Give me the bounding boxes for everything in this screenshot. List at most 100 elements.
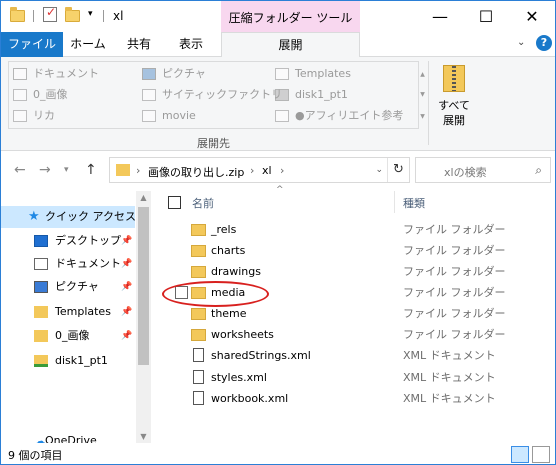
- pin-icon[interactable]: 📌: [121, 230, 132, 252]
- customize-toolbar-icon[interactable]: ▾: [88, 9, 93, 19]
- properties-icon[interactable]: ✓: [43, 5, 57, 22]
- nav-item-disk1[interactable]: disk1_pt1: [1, 350, 135, 372]
- file-row[interactable]: _rels ファイル フォルダー: [151, 219, 555, 240]
- nav-item-images[interactable]: 0_画像 📌: [1, 325, 135, 347]
- pin-icon[interactable]: 📌: [121, 253, 132, 275]
- refresh-icon[interactable]: ↻: [387, 158, 409, 182]
- column-type[interactable]: 種類: [403, 195, 425, 211]
- chevron-down-icon[interactable]: ⌄: [517, 37, 525, 48]
- nav-item-documents[interactable]: ドキュメント 📌: [1, 253, 135, 275]
- page-icon: [142, 110, 156, 122]
- extract-all-button[interactable]: すべて 展開: [434, 63, 474, 129]
- folder-icon: [10, 7, 25, 22]
- large-icons-view-icon[interactable]: [532, 446, 550, 463]
- more-icon[interactable]: ▼: [419, 113, 426, 120]
- row-checkbox[interactable]: [175, 286, 188, 299]
- chevron-down-icon[interactable]: ▼: [419, 91, 426, 98]
- up-icon[interactable]: ↑: [85, 162, 97, 178]
- breadcrumb-separator-icon[interactable]: ›: [136, 164, 140, 177]
- search-box[interactable]: xlの検索 ⌕: [415, 157, 551, 183]
- nav-item-pictures[interactable]: ピクチャ 📌: [1, 276, 135, 298]
- chevron-up-icon[interactable]: ▲: [419, 71, 426, 78]
- pin-icon[interactable]: 📌: [121, 276, 132, 298]
- file-row[interactable]: sharedStrings.xml XML ドキュメント: [151, 345, 555, 366]
- nav-item-quick-access[interactable]: ★ クイック アクセス: [1, 206, 136, 228]
- file-list: ^ 名前 種類 _rels ファイル フォルダー charts ファイル フォル…: [151, 185, 555, 443]
- column-divider[interactable]: [394, 191, 395, 213]
- folder-icon: [34, 306, 48, 318]
- file-row[interactable]: styles.xml XML ドキュメント: [151, 367, 555, 388]
- divider: [33, 10, 34, 22]
- divider: [103, 10, 104, 22]
- search-placeholder: xlの検索: [444, 166, 487, 179]
- explorer-window: ✓ ▾ xl 圧縮フォルダー ツール — ☐ ✕ ファイル ホーム 共有 表示 …: [0, 0, 556, 465]
- scroll-thumb[interactable]: [138, 207, 149, 365]
- group-label: 展開先: [197, 137, 230, 150]
- nav-item-templates[interactable]: Templates 📌: [1, 301, 135, 323]
- address-bar[interactable]: › 画像の取り出し.zip › xl › ⌄ ↻: [109, 157, 410, 183]
- chevron-down-icon[interactable]: ⌄: [375, 165, 383, 175]
- select-all-checkbox[interactable]: [168, 196, 181, 209]
- close-button[interactable]: ✕: [509, 1, 555, 32]
- page-icon: [13, 110, 27, 122]
- zip-folder-icon: [443, 65, 465, 92]
- file-row[interactable]: theme ファイル フォルダー: [151, 303, 555, 324]
- context-tab-header: 圧縮フォルダー ツール: [221, 1, 360, 32]
- breadcrumb-separator-icon[interactable]: ›: [250, 164, 254, 177]
- file-row[interactable]: media ファイル フォルダー: [151, 282, 555, 303]
- pictures-icon: [34, 281, 48, 293]
- pin-icon[interactable]: 📌: [121, 301, 132, 323]
- navigation-pane: ★ クイック アクセス デスクトップ 📌 ドキュメント 📌 ピクチャ 📌 Tem…: [1, 191, 151, 447]
- new-folder-icon[interactable]: [65, 7, 80, 22]
- nav-scrollbar[interactable]: ▲ ▼: [136, 191, 151, 443]
- breadcrumb-separator-icon[interactable]: ›: [280, 164, 284, 177]
- ribbon: ドキュメント ピクチャ Templates 0_画像 サイティックファクトリ d…: [1, 57, 555, 151]
- tab-home[interactable]: ホーム: [63, 32, 113, 57]
- tab-share[interactable]: 共有: [114, 32, 164, 57]
- title-bar: ✓ ▾ xl 圧縮フォルダー ツール — ☐ ✕: [1, 1, 555, 32]
- folder-icon: [191, 266, 206, 278]
- sort-indicator-icon: ^: [276, 185, 284, 195]
- back-icon[interactable]: ←: [14, 162, 26, 178]
- star-icon: ★: [28, 209, 40, 224]
- drive-icon: [275, 89, 289, 101]
- column-header: ^ 名前 種類: [151, 185, 555, 213]
- documents-icon: [13, 68, 27, 80]
- tab-file[interactable]: ファイル: [1, 32, 63, 57]
- folder-icon: [191, 287, 206, 299]
- forward-icon[interactable]: →: [39, 162, 51, 178]
- details-view-icon[interactable]: [511, 446, 529, 463]
- breadcrumb-item[interactable]: 画像の取り出し.zip: [148, 164, 244, 180]
- file-row[interactable]: worksheets ファイル フォルダー: [151, 324, 555, 345]
- pin-icon[interactable]: 📌: [121, 325, 132, 347]
- page-icon: [142, 89, 156, 101]
- window-title: xl: [113, 9, 124, 23]
- divider: [428, 61, 429, 145]
- page-icon: [275, 110, 289, 122]
- status-bar: 9 個の項目: [1, 443, 555, 464]
- maximize-button[interactable]: ☐: [463, 1, 509, 32]
- folder-icon: [191, 224, 206, 236]
- chevron-down-icon[interactable]: ▼: [136, 432, 151, 441]
- nav-item-desktop[interactable]: デスクトップ 📌: [1, 230, 135, 252]
- tab-view[interactable]: 表示: [166, 32, 216, 57]
- gallery-scroll[interactable]: ▲ ▼ ▼: [419, 71, 426, 131]
- file-row[interactable]: workbook.xml XML ドキュメント: [151, 388, 555, 409]
- page-icon: [13, 89, 27, 101]
- file-row[interactable]: charts ファイル フォルダー: [151, 240, 555, 261]
- column-name[interactable]: 名前: [192, 195, 214, 211]
- breadcrumb-item[interactable]: xl: [262, 164, 272, 177]
- minimize-button[interactable]: —: [417, 1, 463, 32]
- chevron-up-icon[interactable]: ▲: [136, 193, 151, 202]
- tab-extract[interactable]: 展開: [221, 32, 360, 58]
- xml-file-icon: [193, 348, 204, 362]
- help-icon[interactable]: ?: [536, 35, 552, 51]
- desktop-icon: [34, 235, 48, 247]
- file-row[interactable]: drawings ファイル フォルダー: [151, 261, 555, 282]
- xml-file-icon: [193, 370, 204, 384]
- xml-file-icon: [193, 391, 204, 405]
- documents-icon: [34, 258, 48, 270]
- recent-locations-icon[interactable]: ▾: [64, 165, 69, 175]
- folder-icon: [116, 164, 130, 176]
- folder-icon: [34, 330, 48, 342]
